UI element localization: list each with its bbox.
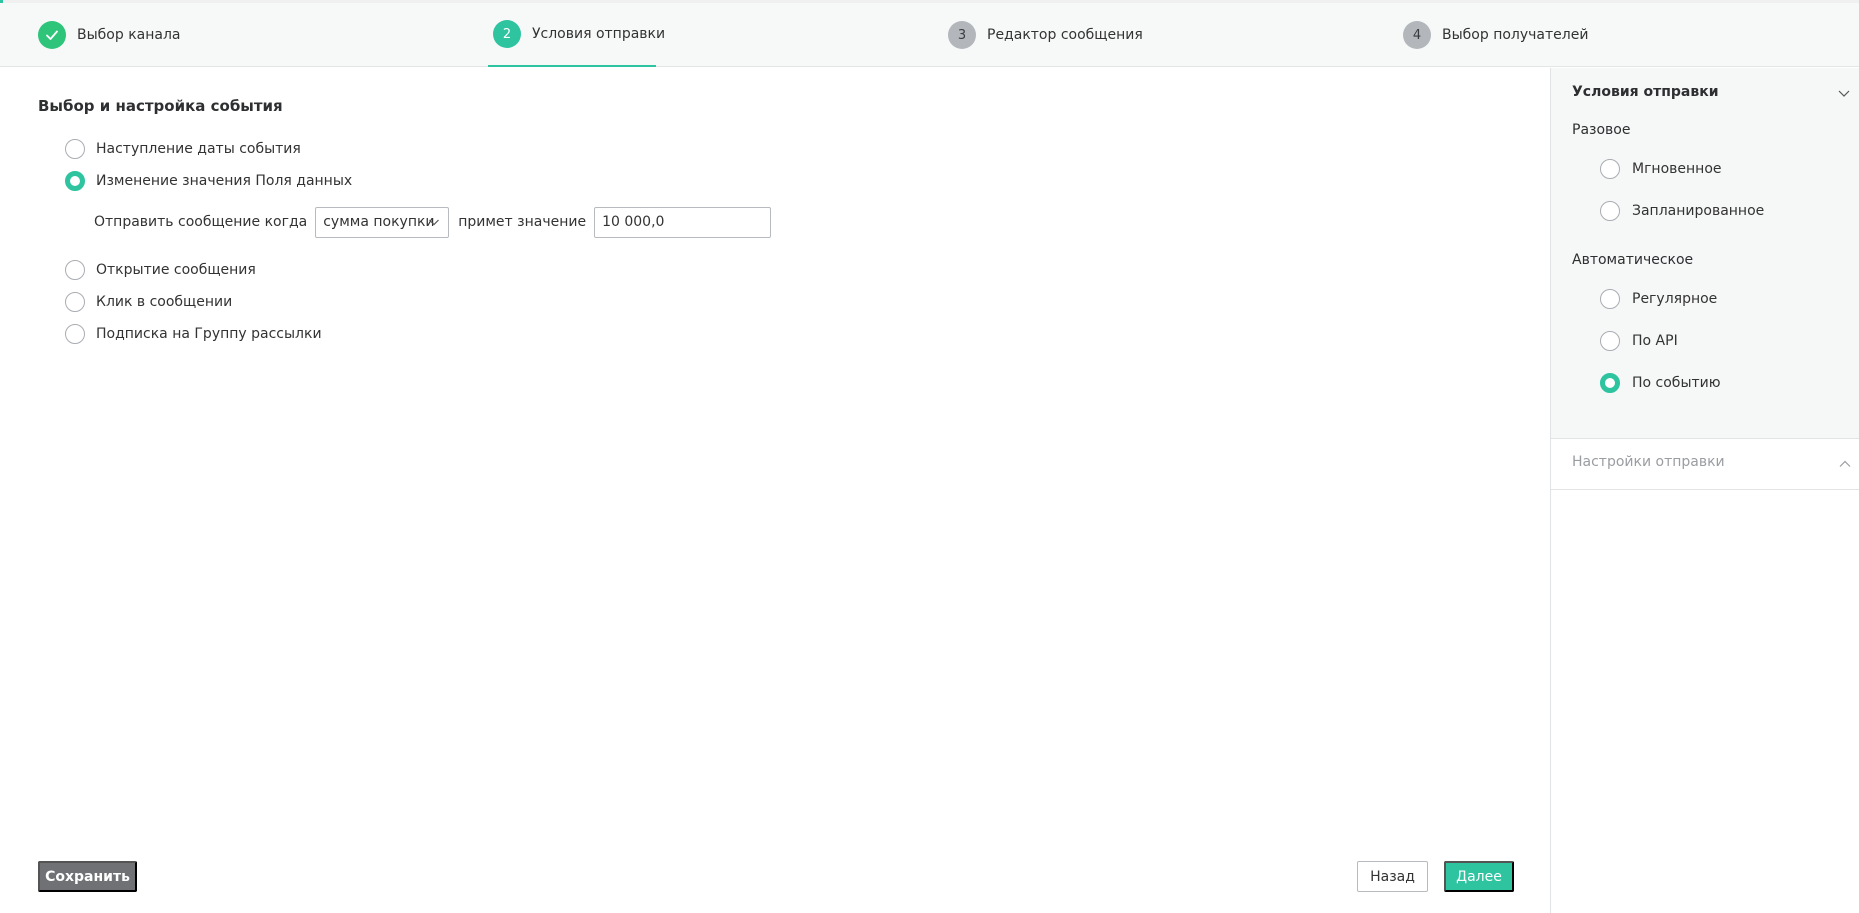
- group-label-once: Разовое: [1572, 122, 1631, 138]
- radio-label: Регулярное: [1632, 291, 1718, 307]
- radio-label: По API: [1632, 333, 1678, 349]
- back-button[interactable]: Назад: [1357, 861, 1428, 892]
- step-channel[interactable]: Выбор канала: [38, 3, 181, 67]
- stepper: Выбор канала 2 Условия отправки 3 Редакт…: [0, 3, 1859, 67]
- event-option-open[interactable]: Открытие сообщения: [65, 260, 256, 280]
- save-button[interactable]: Сохранить: [38, 861, 137, 892]
- radio-button[interactable]: [1600, 201, 1620, 221]
- event-option-subscribe[interactable]: Подписка на Группу рассылки: [65, 324, 322, 344]
- radio-button[interactable]: [65, 139, 85, 159]
- step-number: 3: [948, 21, 976, 49]
- chevron-up-icon: [1839, 460, 1851, 467]
- step-conditions[interactable]: 2 Условия отправки: [488, 3, 665, 67]
- radio-button[interactable]: [1600, 159, 1620, 179]
- send-option-scheduled[interactable]: Запланированное: [1600, 201, 1764, 221]
- app: Выбор канала 2 Условия отправки 3 Редакт…: [0, 0, 1859, 913]
- sidebar: Условия отправки Разовое Мгновенное Запл…: [1550, 68, 1859, 913]
- radio-button[interactable]: [1600, 289, 1620, 309]
- radio-button[interactable]: [1600, 331, 1620, 351]
- event-option-field-change[interactable]: Изменение значения Поля данных: [65, 171, 352, 191]
- step-label: Выбор получателей: [1442, 27, 1589, 43]
- field-select[interactable]: сумма покупки: [315, 206, 450, 238]
- sidebar-empty-area: [1551, 490, 1859, 913]
- radio-label: Открытие сообщения: [96, 262, 256, 278]
- main-content: Выбор и настройка события Наступление да…: [3, 68, 1550, 913]
- radio-button[interactable]: [65, 324, 85, 344]
- radio-label: Мгновенное: [1632, 161, 1722, 177]
- chevron-down-icon[interactable]: [1837, 86, 1851, 100]
- check-icon: [38, 21, 66, 49]
- send-option-event[interactable]: По событию: [1600, 373, 1721, 393]
- group-label-auto: Автоматическое: [1572, 252, 1694, 268]
- value-input[interactable]: [594, 206, 772, 238]
- next-button[interactable]: Далее: [1444, 861, 1514, 892]
- event-option-date[interactable]: Наступление даты события: [65, 139, 301, 159]
- step-label: Редактор сообщения: [987, 27, 1143, 43]
- step-number: 4: [1403, 21, 1431, 49]
- radio-button[interactable]: [1600, 373, 1620, 393]
- radio-label: Подписка на Группу рассылки: [96, 326, 322, 342]
- send-option-regular[interactable]: Регулярное: [1600, 289, 1717, 309]
- settings-panel-title: Настройки отправки: [1572, 454, 1725, 470]
- send-option-api[interactable]: По API: [1600, 331, 1678, 351]
- radio-button[interactable]: [65, 260, 85, 280]
- radio-label: Наступление даты события: [96, 141, 301, 157]
- step-label: Выбор канала: [77, 27, 181, 43]
- send-option-instant[interactable]: Мгновенное: [1600, 159, 1722, 179]
- radio-label: Запланированное: [1632, 203, 1765, 219]
- section-title: Выбор и настройка события: [38, 97, 283, 115]
- condition-row: Отправить сообщение когда сумма покупки …: [94, 206, 772, 238]
- chevron-down-icon: [429, 219, 440, 225]
- condition-prefix: Отправить сообщение когда: [94, 214, 308, 230]
- event-option-click[interactable]: Клик в сообщении: [65, 292, 232, 312]
- radio-label: Изменение значения Поля данных: [96, 173, 353, 189]
- step-number: 2: [493, 20, 521, 48]
- radio-label: По событию: [1632, 375, 1721, 391]
- radio-button[interactable]: [65, 292, 85, 312]
- radio-label: Клик в сообщении: [96, 294, 233, 310]
- settings-panel-header[interactable]: Настройки отправки: [1551, 438, 1859, 490]
- step-label: Условия отправки: [532, 26, 666, 42]
- step-editor[interactable]: 3 Редактор сообщения: [948, 3, 1143, 67]
- condition-middle: примет значение: [458, 214, 587, 230]
- step-recipients[interactable]: 4 Выбор получателей: [1403, 3, 1588, 67]
- sidebar-title: Условия отправки: [1572, 84, 1719, 100]
- field-select-value: сумма покупки: [323, 214, 435, 230]
- radio-button[interactable]: [65, 171, 85, 191]
